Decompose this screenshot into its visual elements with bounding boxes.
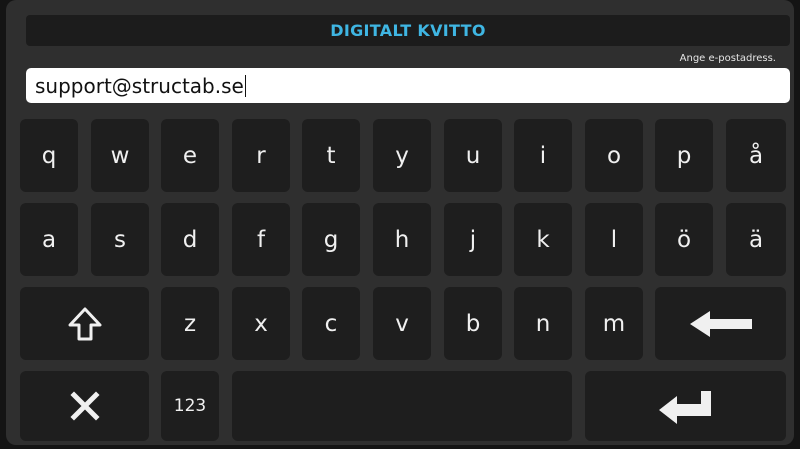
key-j[interactable]: j — [444, 203, 502, 276]
key-s[interactable]: s — [91, 203, 149, 276]
key-w[interactable]: w — [91, 119, 149, 192]
space-key[interactable] — [232, 371, 572, 441]
key-c[interactable]: c — [302, 287, 360, 360]
backspace-arrow-icon — [689, 310, 752, 337]
key-f[interactable]: f — [232, 203, 290, 276]
key-o-umlaut[interactable]: ö — [655, 203, 713, 276]
text-caret — [244, 74, 246, 97]
key-a-umlaut[interactable]: ä — [726, 203, 786, 276]
email-input[interactable]: support@structab.se — [26, 68, 790, 103]
close-x-icon — [69, 391, 100, 421]
key-y[interactable]: y — [373, 119, 431, 192]
enter-key[interactable] — [585, 371, 786, 441]
backspace-key[interactable] — [655, 287, 786, 360]
input-hint: Ange e-postadress. — [679, 53, 776, 64]
key-d[interactable]: d — [161, 203, 219, 276]
key-m[interactable]: m — [585, 287, 643, 360]
key-u[interactable]: u — [444, 119, 502, 192]
dialog-title: DIGITALT KVITTO — [26, 15, 790, 46]
enter-return-icon — [658, 391, 711, 424]
key-i[interactable]: i — [514, 119, 572, 192]
key-o[interactable]: o — [585, 119, 643, 192]
key-l[interactable]: l — [585, 203, 643, 276]
numbers-key[interactable]: 123 — [161, 371, 219, 441]
key-e[interactable]: e — [161, 119, 219, 192]
key-q[interactable]: q — [20, 119, 78, 192]
key-a-ring[interactable]: å — [726, 119, 786, 192]
key-h[interactable]: h — [373, 203, 431, 276]
key-p[interactable]: p — [655, 119, 713, 192]
key-r[interactable]: r — [232, 119, 290, 192]
key-v[interactable]: v — [373, 287, 431, 360]
shift-arrow-icon — [68, 307, 101, 340]
key-g[interactable]: g — [302, 203, 360, 276]
keyboard-dialog: DIGITALT KVITTO Ange e-postadress. suppo… — [6, 0, 794, 445]
key-x[interactable]: x — [232, 287, 290, 360]
key-b[interactable]: b — [444, 287, 502, 360]
close-key[interactable] — [20, 371, 149, 441]
key-t[interactable]: t — [302, 119, 360, 192]
key-k[interactable]: k — [514, 203, 572, 276]
shift-key[interactable] — [20, 287, 149, 360]
key-n[interactable]: n — [514, 287, 572, 360]
key-a[interactable]: a — [20, 203, 78, 276]
key-z[interactable]: z — [161, 287, 219, 360]
email-value: support@structab.se — [35, 73, 244, 98]
